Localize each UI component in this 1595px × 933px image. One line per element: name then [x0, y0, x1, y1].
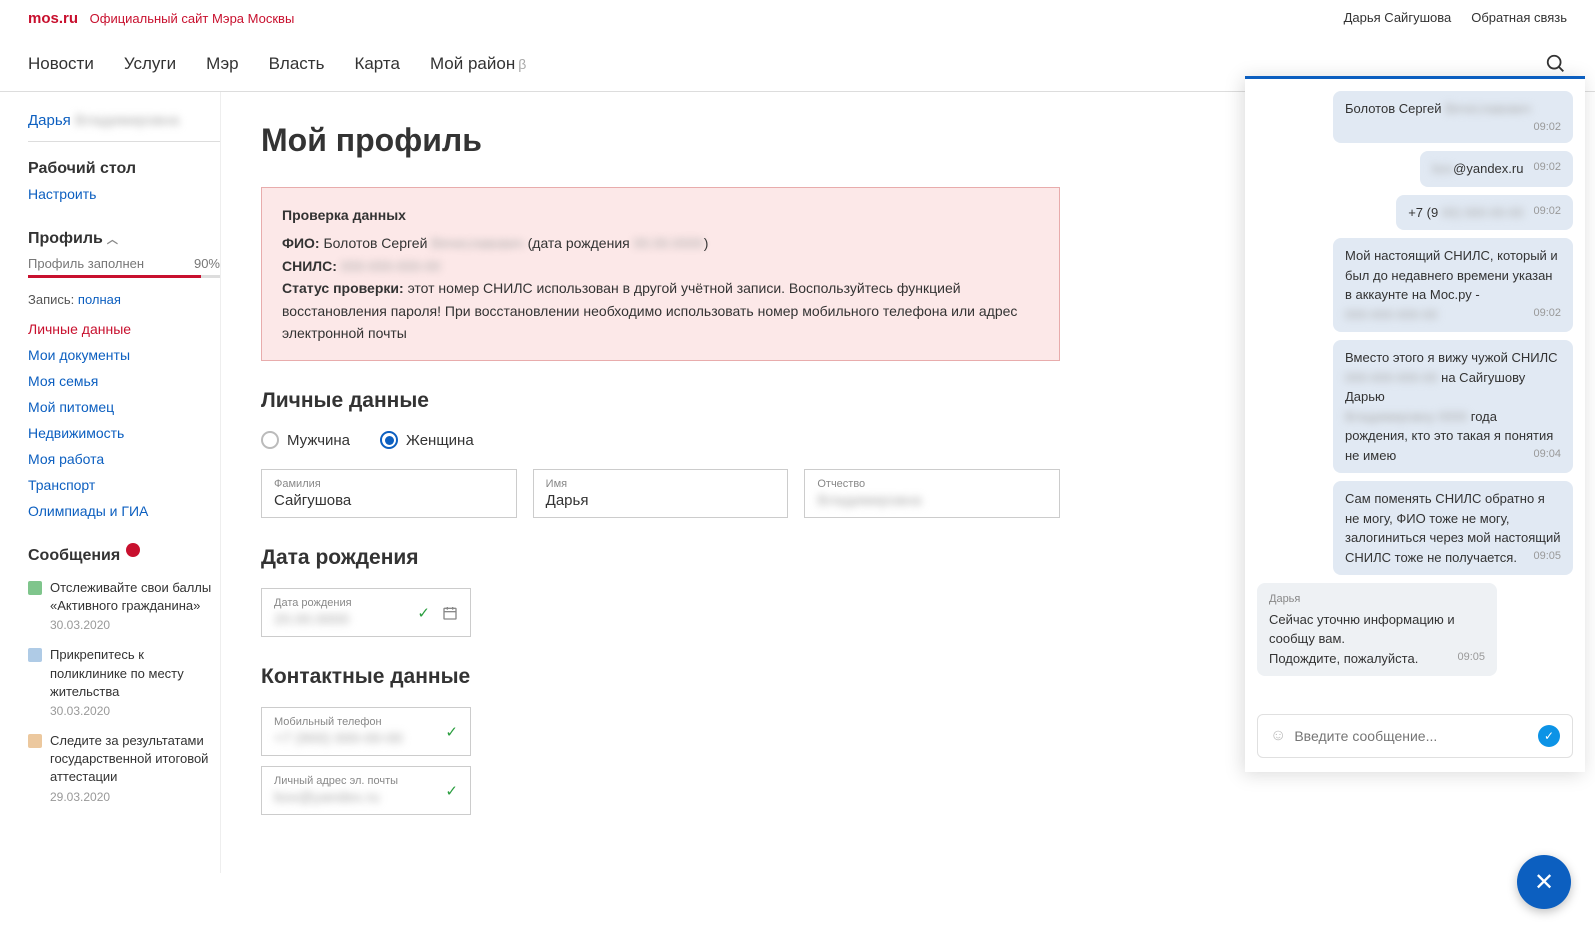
news-item[interactable]: Следите за результатами государственной …	[28, 732, 220, 804]
progress-bar	[28, 275, 220, 278]
surname-field[interactable]: Фамилия Сайгушова	[261, 469, 517, 518]
header-user[interactable]: Дарья Сайгушова	[1344, 10, 1452, 27]
chat-close-fab[interactable]: ✕	[1517, 855, 1571, 909]
chat-message-agent: ДарьяСейчас уточню информацию и сообщу в…	[1257, 583, 1573, 676]
nav-news[interactable]: Новости	[28, 54, 94, 74]
email-field[interactable]: Личный адрес эл. почты box@yandex.ru ✓	[261, 766, 471, 815]
chat-message-sent: Мой настоящий СНИЛС, который и был до не…	[1257, 238, 1573, 332]
logo-subtitle: Официальный сайт Мэра Москвы	[90, 11, 295, 26]
check-icon: ✓	[445, 782, 458, 800]
nav-district[interactable]: Мой районβ	[430, 54, 526, 74]
sidebar: Дарья Владимировна Рабочий стол Настроит…	[0, 92, 220, 873]
nav-map[interactable]: Карта	[354, 54, 400, 74]
patronymic-field[interactable]: Отчество Владимировна	[804, 469, 1060, 518]
check-icon: ✓	[417, 604, 430, 622]
gender-radio-group: Мужчина Женщина	[261, 431, 1060, 449]
chat-panel: Болотов Сергей Вячеславович09:02 box@yand…	[1245, 76, 1585, 772]
alert-snils: СНИЛС: 000-000-000-00	[282, 255, 1039, 277]
alert-fio: ФИО: Болотов Сергей Вячеславович (дата р…	[282, 232, 1039, 254]
dob-heading: Дата рождения	[261, 546, 1060, 570]
nav-services[interactable]: Услуги	[124, 54, 176, 74]
chat-message-sent: box@yandex.ru09:02	[1257, 151, 1573, 187]
record-row: Запись: полная	[28, 292, 220, 307]
nav-mayor[interactable]: Мэр	[206, 54, 238, 74]
chat-message-sent: Сам поменять СНИЛС обратно я не могу, ФИ…	[1257, 481, 1573, 575]
news-item[interactable]: Отслеживайте свои баллы «Активного гражд…	[28, 579, 220, 632]
calendar-icon[interactable]	[442, 605, 458, 621]
sidebar-realestate[interactable]: Недвижимость	[28, 425, 220, 441]
chat-body[interactable]: Болотов Сергей Вячеславович09:02 box@yand…	[1245, 79, 1585, 704]
unread-badge-icon	[126, 543, 140, 557]
nav-authority[interactable]: Власть	[269, 54, 325, 74]
chat-message-sent: +7 (9 00) 000-00-0009:02	[1257, 195, 1573, 231]
main-content: Мой профиль Проверка данных ФИО: Болотов…	[220, 92, 1100, 873]
dob-field[interactable]: Дата рождения 20.00.0000 ✓	[261, 588, 471, 637]
alert-title: Проверка данных	[282, 204, 1039, 226]
sidebar-pet[interactable]: Мой питомец	[28, 399, 220, 415]
sidebar-documents[interactable]: Мои документы	[28, 347, 220, 363]
chat-input[interactable]	[1294, 728, 1530, 744]
sidebar-olympiads[interactable]: Олимпиады и ГИА	[28, 503, 220, 519]
check-icon: ✓	[445, 723, 458, 741]
header-right: Дарья Сайгушова Обратная связь	[1344, 10, 1567, 27]
sidebar-work[interactable]: Моя работа	[28, 451, 220, 467]
news-icon	[28, 648, 42, 662]
emoji-icon[interactable]: ☺	[1270, 727, 1286, 745]
sidebar-messages-heading: Сообщения	[28, 547, 220, 565]
name-field[interactable]: Имя Дарья	[533, 469, 789, 518]
sidebar-personal-data[interactable]: Личные данные	[28, 321, 220, 337]
alert-status: Статус проверки: этот номер СНИЛС исполь…	[282, 277, 1039, 344]
chat-message-sent: Болотов Сергей Вячеславович09:02	[1257, 91, 1573, 143]
radio-male[interactable]: Мужчина	[261, 431, 350, 449]
sidebar-transport[interactable]: Транспорт	[28, 477, 220, 493]
verification-alert: Проверка данных ФИО: Болотов Сергей Вяче…	[261, 187, 1060, 361]
sidebar-configure[interactable]: Настроить	[28, 186, 220, 202]
phone-field[interactable]: Мобильный телефон +7 (900) 000-00-00 ✓	[261, 707, 471, 756]
chat-input-row: ☺ ✓	[1257, 714, 1573, 758]
news-icon	[28, 734, 42, 748]
news-item[interactable]: Прикрепитесь к поликлинике по месту жите…	[28, 646, 220, 718]
sidebar-user[interactable]: Дарья Владимировна	[28, 112, 220, 142]
logo[interactable]: mos.ru	[28, 10, 78, 27]
header-top: mos.ru Официальный сайт Мэра Москвы Дарь…	[0, 0, 1595, 37]
chat-message-sent: Вместо этого я вижу чужой СНИЛС 000-000-…	[1257, 340, 1573, 473]
logo-block: mos.ru Официальный сайт Мэра Москвы	[28, 10, 294, 27]
sidebar-profile-heading[interactable]: Профиль︿	[28, 230, 220, 248]
profile-progress: Профиль заполнен 90%	[28, 256, 220, 271]
contacts-heading: Контактные данные	[261, 665, 1060, 689]
search-icon[interactable]	[1545, 53, 1567, 75]
sidebar-desktop: Рабочий стол	[28, 160, 220, 178]
header-feedback[interactable]: Обратная связь	[1471, 10, 1567, 27]
sidebar-family[interactable]: Моя семья	[28, 373, 220, 389]
news-icon	[28, 581, 42, 595]
radio-female[interactable]: Женщина	[380, 431, 474, 449]
personal-heading: Личные данные	[261, 389, 1060, 413]
send-button[interactable]: ✓	[1538, 725, 1560, 747]
page-title: Мой профиль	[261, 122, 1060, 159]
